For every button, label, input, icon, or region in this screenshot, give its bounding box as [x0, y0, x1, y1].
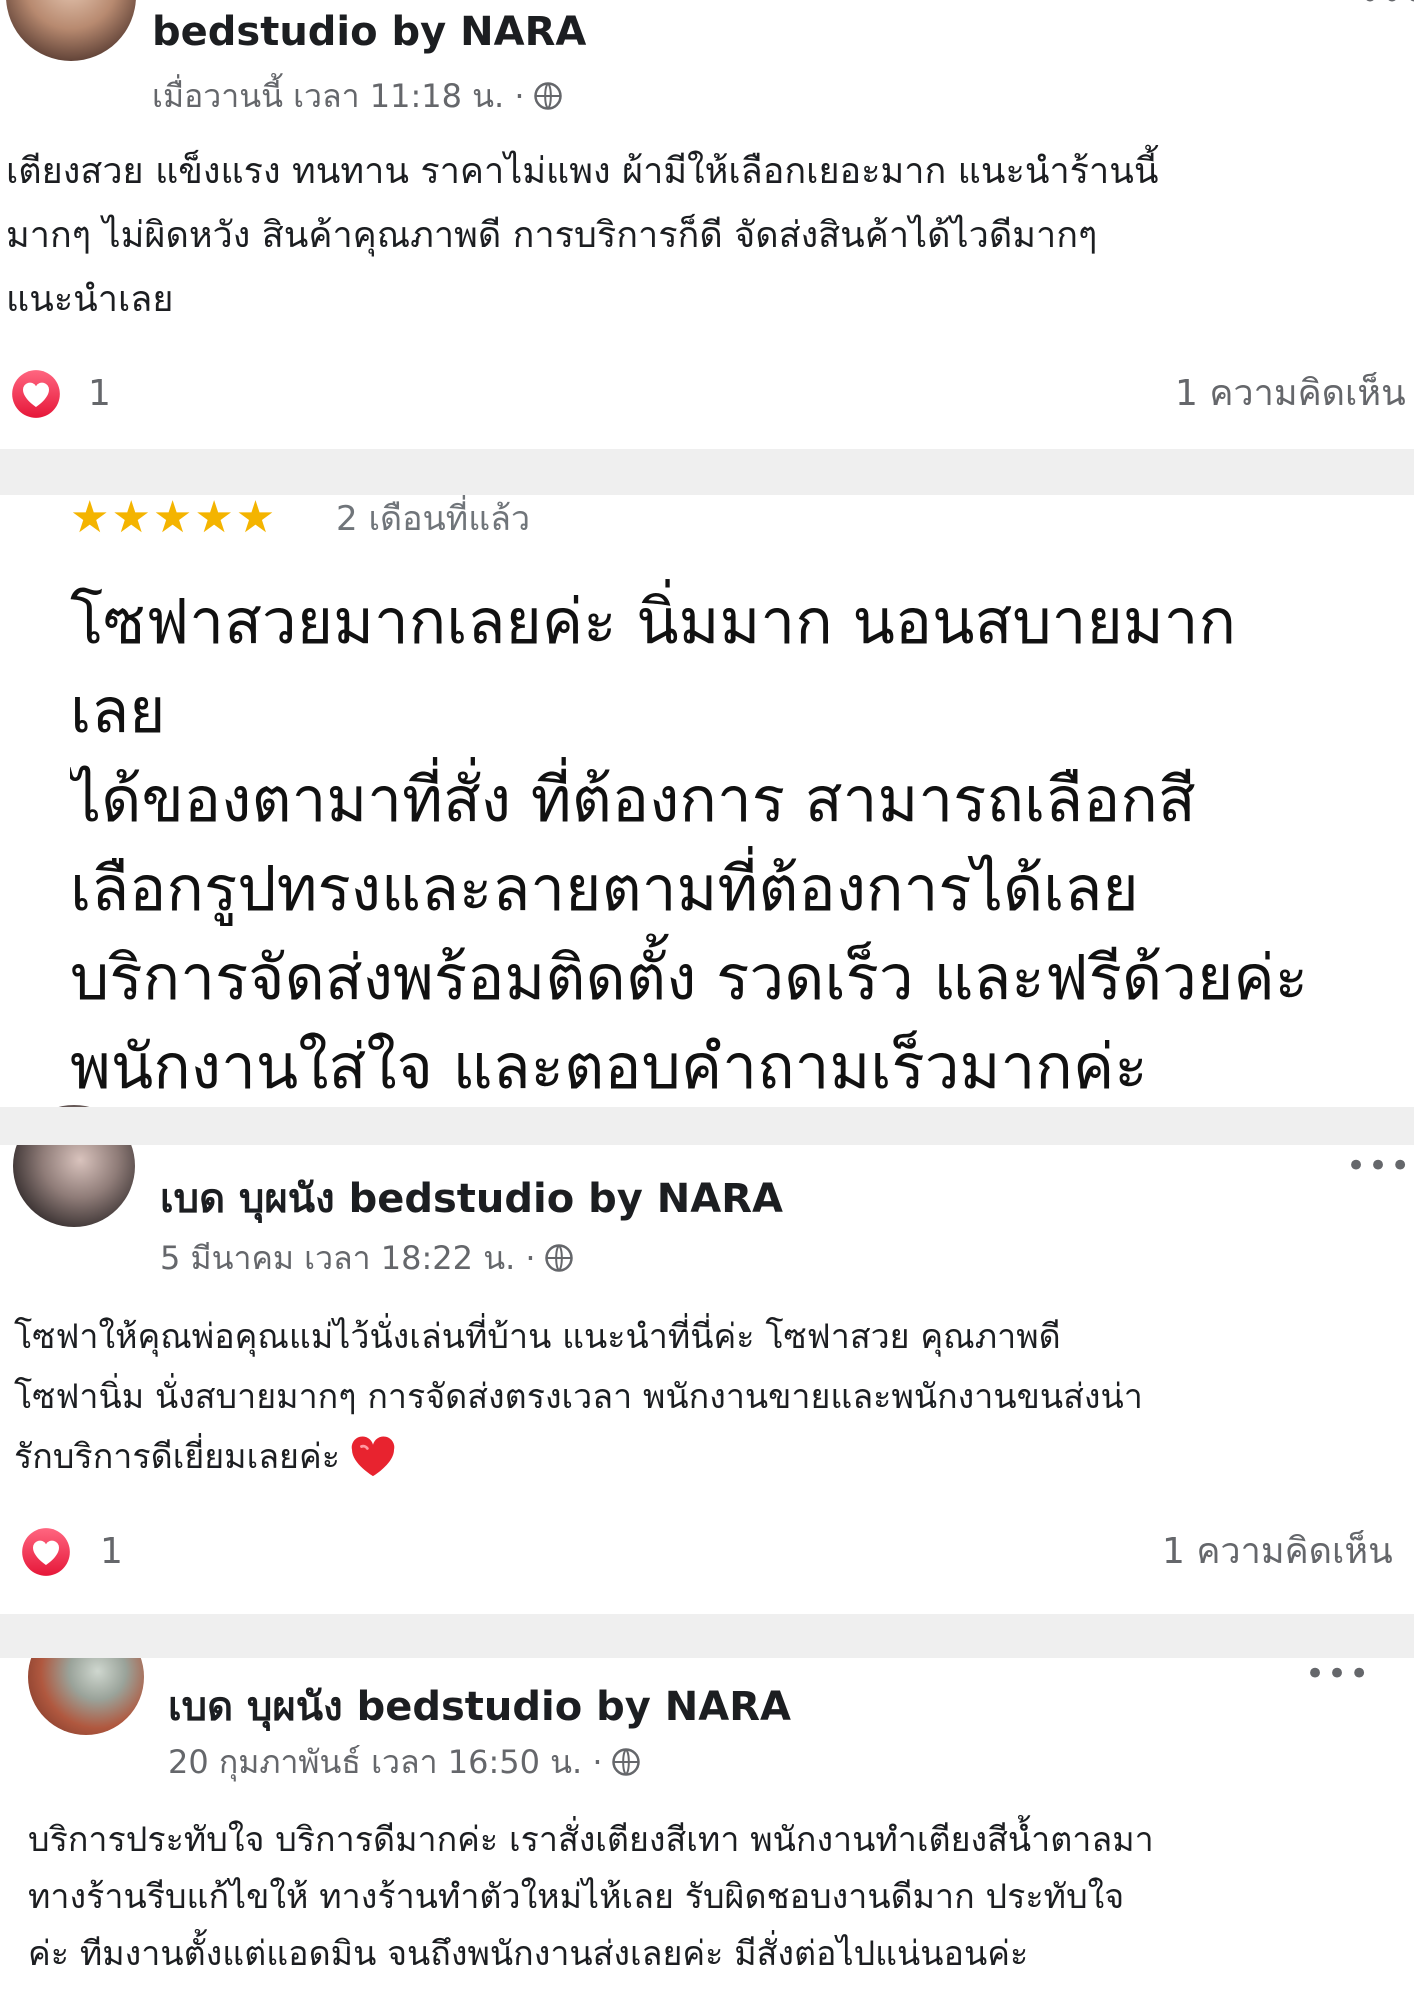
star-rating: ★★★★★ [70, 492, 278, 543]
review-text: โซฟาสวยมากเลยค่ะ นิ่มมาก นอนสบายมาก เลย … [70, 577, 1414, 1111]
review-time: 2 เดือนที่แล้ว [336, 499, 531, 539]
post-author-name[interactable]: เบด บุผนัง bedstudio by NARA [168, 1683, 1268, 1731]
post-body-line: ทางร้านรีบแก้ไขให้ ทางร้านทำตัวใหม่ไห้เล… [28, 1877, 1125, 1917]
reaction-count[interactable]: 1 [88, 372, 111, 416]
review-line: โซฟาสวยมากเลยค่ะ นิ่มมาก นอนสบายมาก [70, 585, 1237, 658]
post-timestamp[interactable]: 20 กุมภาพันธ์ เวลา 16:50 น. · [168, 1742, 603, 1782]
divider [0, 1107, 1414, 1145]
post-timestamp-row: เมื่อวานนี้ เวลา 11:18 น. · [152, 76, 563, 116]
post-body-line: โซฟานิ่ม นั่งสบายมากๆ การจัดส่งตรงเวลา พ… [14, 1377, 1143, 1417]
love-reaction-icon[interactable] [10, 368, 62, 420]
post-body-line: ค่ะ ทีมงานตั้งแต่แอดมิน จนถึงพนักงานส่งเ… [28, 1934, 1029, 1974]
review-collage: ••• bedstudio by NARA เมื่อวานนี้ เวลา 1… [0, 0, 1414, 2000]
post-author-name[interactable]: เบด บุผนัง bedstudio by NARA [160, 1175, 1260, 1223]
more-options-icon[interactable]: ••• [1360, 0, 1414, 18]
review-line: บริการจัดส่งพร้อมติดตั้ง รวดเร็ว และฟรีด… [70, 941, 1309, 1014]
more-options-icon[interactable]: ••• [1346, 1146, 1412, 1186]
post-body-line: โซฟาให้คุณพ่อคุณแม่ไว้นั่งเล่นที่บ้าน แน… [14, 1317, 1061, 1357]
globe-icon [533, 81, 563, 111]
post-body: โซฟาให้คุณพ่อคุณแม่ไว้นั่งเล่นที่บ้าน แน… [14, 1307, 1414, 1487]
post-body-line: เตียงสวย แข็งแรง ทนทาน ราคาไม่แพง ผ้ามีใ… [6, 151, 1159, 192]
author-avatar[interactable] [6, 0, 136, 61]
post-body-line: บริการประทับใจ บริการดีมากค่ะ เราสั่งเตี… [28, 1820, 1154, 1860]
post-body-line: แนะนำเลย [6, 279, 174, 320]
post-body: เตียงสวย แข็งแรง ทนทาน ราคาไม่แพง ผ้ามีใ… [6, 140, 1406, 332]
more-options-icon[interactable]: ••• [1305, 1654, 1371, 1694]
post-body: บริการประทับใจ บริการดีมากค่ะ เราสั่งเตี… [28, 1812, 1414, 1983]
review-line: เลย [70, 674, 166, 747]
comment-count[interactable]: 1 ความคิดเห็น [1162, 1530, 1414, 1574]
post-author-name[interactable]: bedstudio by NARA [152, 8, 1252, 56]
post-body-line-with-emoji: รักบริการดีเยี่ยมเลยค่ะ [14, 1427, 1414, 1487]
divider [0, 449, 1414, 495]
post-timestamp[interactable]: 5 มีนาคม เวลา 18:22 น. · [160, 1238, 536, 1278]
post-timestamp-row: 5 มีนาคม เวลา 18:22 น. · [160, 1238, 574, 1278]
review-line: ได้ของตามาที่สั่ง ที่ต้องการ สามารถเลือก… [70, 763, 1196, 836]
comment-count[interactable]: 1 ความคิดเห็น [1175, 372, 1414, 416]
post-body-line: มากๆ ไม่ผิดหวัง สินค้าคุณภาพดี การบริการ… [6, 215, 1098, 256]
globe-icon [611, 1747, 641, 1777]
review-line: พนักงานใส่ใจ และตอบคำถามเร็วมากค่ะ [70, 1030, 1148, 1103]
globe-icon [544, 1243, 574, 1273]
divider [0, 1614, 1414, 1658]
post-body-text: รักบริการดีเยี่ยมเลยค่ะ [14, 1437, 340, 1477]
post-timestamp-row: 20 กุมภาพันธ์ เวลา 16:50 น. · [168, 1742, 641, 1782]
post-timestamp[interactable]: เมื่อวานนี้ เวลา 11:18 น. · [152, 76, 525, 116]
reaction-count[interactable]: 1 [100, 1530, 123, 1574]
love-reaction-icon[interactable] [20, 1526, 72, 1578]
red-heart-emoji-icon [350, 1436, 396, 1478]
review-line: เลือกรูปทรงและลายตามที่ต้องการได้เลย [70, 852, 1139, 925]
